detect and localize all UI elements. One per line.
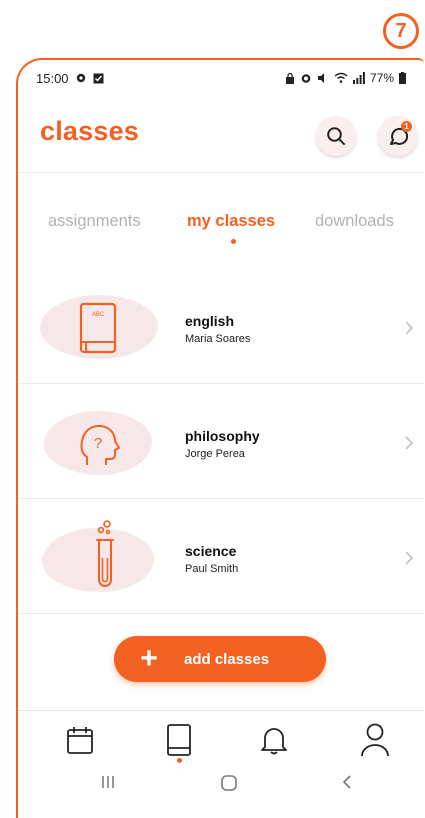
active-tab-indicator <box>231 239 236 244</box>
lock-icon <box>285 72 294 84</box>
step-badge: 7 <box>383 13 419 49</box>
tab-my-classes[interactable]: my classes <box>187 212 275 231</box>
nav-calendar[interactable] <box>60 720 100 760</box>
home-icon <box>221 775 237 791</box>
phone-screen: 15:00 77% classes 1 assignments my class… <box>16 58 424 818</box>
notification-dot: 1 <box>401 121 412 132</box>
book-icon <box>167 724 191 756</box>
battery-percent: 77% <box>369 71 394 85</box>
recent-apps-icon <box>102 776 114 788</box>
chevron-right-icon <box>405 436 414 450</box>
nav-notifications[interactable] <box>254 720 294 760</box>
class-name: english <box>185 313 235 329</box>
profile-icon <box>361 723 389 757</box>
add-classes-label: add classes <box>184 650 270 668</box>
chat-button[interactable]: 1 <box>378 116 418 156</box>
page-title: classes <box>40 116 139 146</box>
class-teacher: Jorge Perea <box>185 448 245 460</box>
alarm-icon <box>301 74 311 83</box>
class-row-philosophy[interactable]: ? philosophy Jorge Perea <box>18 383 424 498</box>
tab-downloads[interactable]: downloads <box>315 212 394 231</box>
wifi-icon <box>334 72 348 83</box>
mute-icon <box>317 73 324 83</box>
back-icon <box>342 775 351 789</box>
row-divider <box>18 613 424 614</box>
calendar-icon <box>67 727 93 754</box>
test-tube-icon <box>96 520 114 587</box>
search-icon <box>327 127 345 145</box>
book-cover-text: ABC <box>92 312 105 318</box>
svg-text:?: ? <box>94 435 102 452</box>
nav-profile[interactable] <box>355 720 395 760</box>
nav-classes[interactable] <box>159 720 199 760</box>
bell-icon <box>261 728 287 755</box>
class-row-english[interactable]: ABC english Maria Soares <box>18 268 424 383</box>
book-icon: ABC <box>79 302 117 354</box>
class-teacher: Maria Soares <box>185 333 251 345</box>
add-classes-button[interactable]: + add classes <box>114 636 326 682</box>
header-divider <box>18 172 424 173</box>
recent-apps-button[interactable] <box>100 774 116 795</box>
class-row-science[interactable]: science Paul Smith <box>18 498 424 613</box>
chevron-right-icon <box>405 551 414 565</box>
active-nav-indicator <box>177 758 182 763</box>
status-bar: 15:00 77% <box>18 60 424 96</box>
class-teacher: Paul Smith <box>185 563 239 575</box>
home-button[interactable] <box>220 774 238 797</box>
battery-icon <box>399 72 406 84</box>
search-button[interactable] <box>316 116 356 156</box>
checkbox-icon <box>93 73 104 83</box>
bottom-nav-divider <box>18 710 424 711</box>
back-button[interactable] <box>340 774 354 795</box>
head-question-icon: ? <box>80 425 120 465</box>
signal-icon <box>352 72 365 84</box>
class-name: science <box>185 543 237 559</box>
plus-icon: + <box>140 642 158 675</box>
tab-assignments[interactable]: assignments <box>48 212 141 231</box>
tab-bar: assignments my classes downloads <box>18 212 424 244</box>
chevron-right-icon <box>405 321 414 335</box>
status-time: 15:00 <box>36 70 69 86</box>
settings-gear-icon <box>76 73 85 83</box>
class-name: philosophy <box>185 428 260 444</box>
